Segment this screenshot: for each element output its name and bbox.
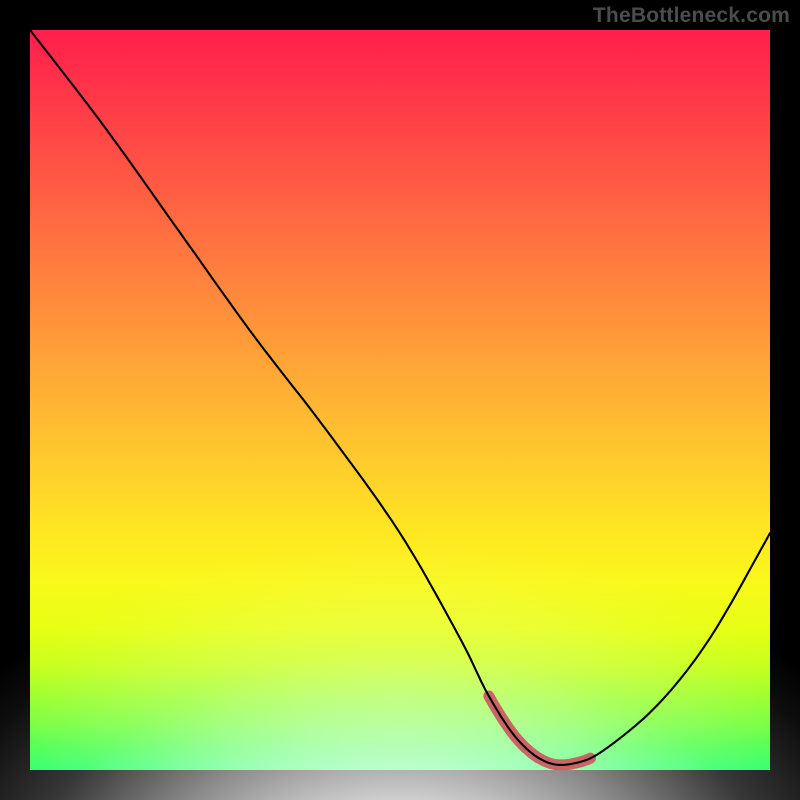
- plot-area: [30, 30, 770, 770]
- optimal-range-highlight: [489, 696, 591, 765]
- curve-layer: [30, 30, 770, 770]
- chart-stage: TheBottleneck.com: [0, 0, 800, 800]
- watermark-text: TheBottleneck.com: [593, 4, 790, 28]
- bottleneck-curve: [30, 30, 770, 765]
